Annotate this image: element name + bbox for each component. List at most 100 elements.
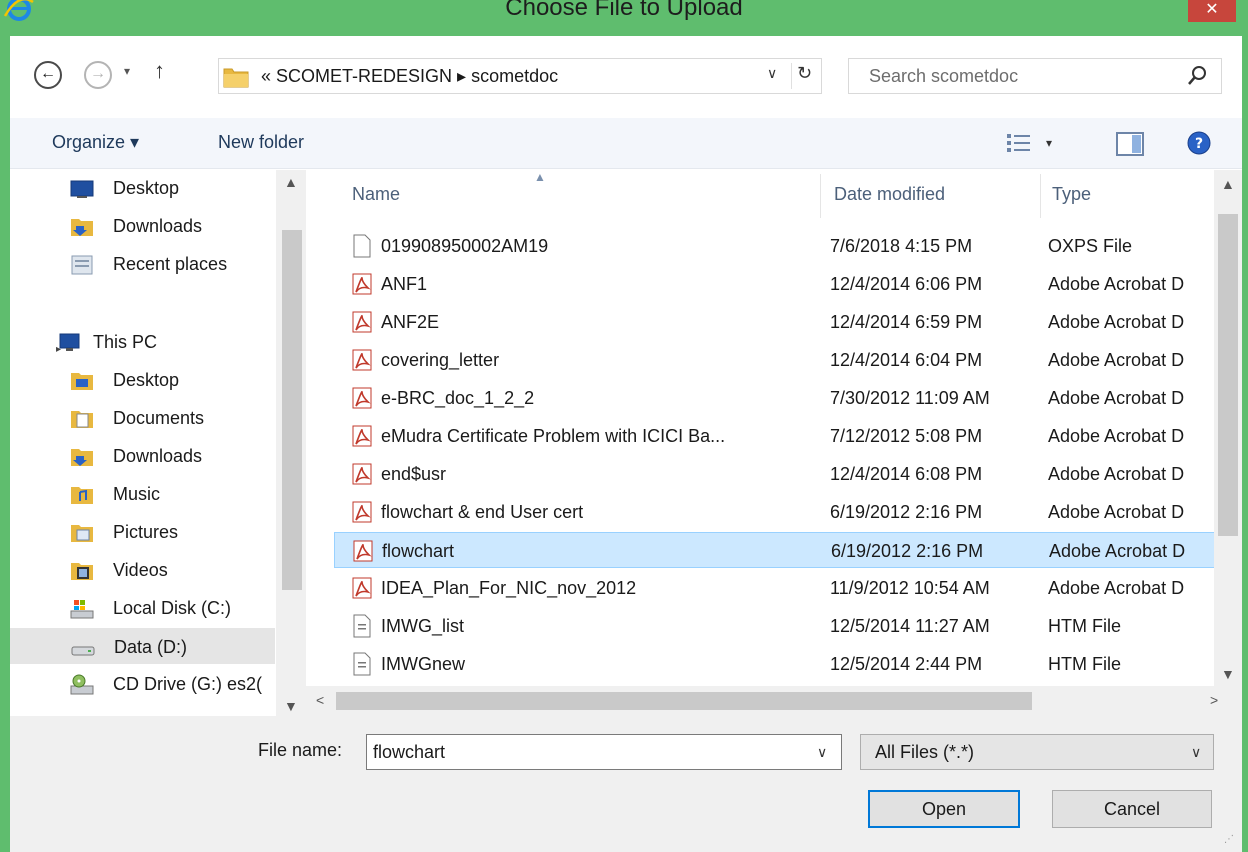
up-button[interactable]: ↑ (154, 58, 165, 84)
file-type: OXPS File (1048, 236, 1133, 256)
nav-item-recent-places[interactable]: Recent places (10, 246, 275, 282)
pdf-icon (353, 540, 373, 562)
address-dropdown-button[interactable]: ∨ (767, 65, 777, 82)
refresh-button[interactable]: ↻ (797, 63, 812, 84)
search-input[interactable]: Search scometdoc (848, 58, 1222, 94)
nav-item-label: Music (113, 484, 161, 504)
file-type: Adobe Acrobat D (1048, 388, 1185, 408)
nav-item-music[interactable]: Music (10, 476, 275, 512)
file-row[interactable]: end$usr 12/4/2014 6:08 PM Adobe Acrobat … (334, 456, 1224, 492)
close-button[interactable]: ✕ (1188, 0, 1236, 22)
file-name: covering_letter (381, 350, 500, 370)
file-row[interactable]: covering_letter 12/4/2014 6:04 PM Adobe … (334, 342, 1224, 378)
file-type: Adobe Acrobat D (1048, 350, 1185, 370)
scrollbar-thumb[interactable] (336, 692, 1032, 710)
nav-item-desktop[interactable]: Desktop (10, 170, 275, 206)
search-icon (1188, 66, 1206, 85)
videos-folder-icon (71, 563, 93, 580)
file-type: Adobe Acrobat D (1048, 578, 1185, 598)
navigation-pane-scrollbar[interactable]: ▲ ▼ (276, 170, 306, 716)
new-folder-button[interactable]: New folder (218, 132, 304, 153)
preview-pane-icon[interactable] (1116, 132, 1144, 156)
scroll-up-icon[interactable]: ▲ (284, 174, 298, 190)
back-button[interactable]: ← (34, 61, 62, 89)
cancel-button[interactable]: Cancel (1052, 790, 1212, 828)
breadcrumb[interactable]: « SCOMET-REDESIGN ▸ scometdoc (261, 66, 558, 87)
title-bar: Choose File to Upload ✕ (0, 0, 1248, 36)
nav-item-cd-drive-g[interactable]: CD Drive (G:) es2( (10, 666, 275, 702)
forward-button[interactable]: → (84, 61, 112, 89)
resize-grip-icon[interactable]: ⋰ (1224, 834, 1235, 845)
file-row[interactable]: ANF2E 12/4/2014 6:59 PM Adobe Acrobat D (334, 304, 1224, 340)
scrollbar-thumb[interactable] (282, 230, 302, 590)
file-type: Adobe Acrobat D (1049, 541, 1186, 561)
file-row[interactable]: IDEA_Plan_For_NIC_nov_2012 11/9/2012 10:… (334, 570, 1224, 606)
nav-item-local-disk-c[interactable]: Local Disk (C:) (10, 590, 275, 626)
column-header-date-modified[interactable]: Date modified (834, 184, 945, 205)
scroll-down-icon[interactable]: ▼ (1221, 666, 1235, 682)
help-icon[interactable]: ? (1186, 130, 1212, 156)
file-row[interactable]: flowchart & end User cert 6/19/2012 2:16… (334, 494, 1224, 530)
file-name: IMWGnew (381, 654, 466, 674)
cd-drive-icon (70, 674, 94, 695)
recent-places-icon (71, 255, 93, 275)
pdf-icon (352, 387, 372, 409)
nav-item-documents[interactable]: Documents (10, 400, 275, 436)
file-row[interactable]: e-BRC_doc_1_2_2 7/30/2012 11:09 AM Adobe… (334, 380, 1224, 416)
file-row[interactable]: ANF1 12/4/2014 6:06 PM Adobe Acrobat D (334, 266, 1224, 302)
file-name-value: flowchart (373, 742, 446, 762)
nav-item-label: CD Drive (G:) es2( (113, 674, 263, 694)
file-date: 12/5/2014 2:44 PM (830, 654, 983, 674)
nav-item-pictures[interactable]: Pictures (10, 514, 275, 550)
file-row[interactable]: IMWGnew 12/5/2014 2:44 PM HTM File (334, 646, 1224, 682)
column-header-type[interactable]: Type (1052, 184, 1091, 205)
nav-item-label: Pictures (113, 522, 179, 542)
file-type: HTM File (1048, 654, 1121, 674)
file-date: 7/30/2012 11:09 AM (830, 388, 990, 408)
scroll-up-icon[interactable]: ▲ (1221, 176, 1235, 192)
scrollbar-thumb[interactable] (1218, 214, 1238, 536)
file-row[interactable]: IMWG_list 12/5/2014 11:27 AM HTM File (334, 608, 1224, 644)
nav-item-data-d[interactable]: Data (D:) (10, 628, 275, 664)
pdf-icon (352, 311, 372, 333)
nav-item-downloads[interactable]: Downloads (10, 208, 275, 244)
scroll-right-icon[interactable]: > (1210, 692, 1218, 708)
file-list-horizontal-scrollbar[interactable]: < > (306, 686, 1242, 716)
scroll-down-icon[interactable]: ▼ (284, 698, 298, 714)
file-list-vertical-scrollbar[interactable]: ▲ ▼ (1214, 170, 1242, 686)
column-header-name[interactable]: Name (352, 184, 400, 205)
file-name: flowchart (382, 541, 455, 561)
views-icon[interactable] (1006, 132, 1032, 154)
nav-item-this-pc[interactable]: ▸ This PC (10, 324, 275, 360)
file-row-selected[interactable]: flowchart 6/19/2012 2:16 PM Adobe Acroba… (334, 532, 1224, 568)
column-divider[interactable] (820, 174, 821, 218)
blank-file-icon (353, 234, 371, 258)
open-button[interactable]: Open (868, 790, 1020, 828)
recent-locations-button[interactable]: ▾ (124, 64, 130, 78)
file-name: flowchart & end User cert (381, 502, 584, 522)
file-row[interactable]: eMudra Certificate Problem with ICICI Ba… (334, 418, 1224, 454)
file-name-field[interactable]: flowchart ∨ (366, 734, 842, 770)
nav-item-videos[interactable]: Videos (10, 552, 275, 588)
nav-item-desktop-pc[interactable]: Desktop (10, 362, 275, 398)
file-type-filter[interactable]: All Files (*.*) ∨ (860, 734, 1214, 770)
scroll-left-icon[interactable]: < (316, 692, 324, 708)
file-row[interactable]: 019908950002AM19 7/6/2018 4:15 PM OXPS F… (334, 228, 1224, 264)
svg-text:▸: ▸ (56, 344, 61, 354)
views-dropdown-button[interactable]: ▾ (1046, 136, 1052, 150)
file-name: ANF2E (381, 312, 440, 332)
file-name: end$usr (381, 464, 447, 484)
address-separator (791, 63, 792, 89)
nav-item-downloads-pc[interactable]: Downloads (10, 438, 275, 474)
close-icon: ✕ (1205, 1, 1219, 18)
address-bar[interactable]: « SCOMET-REDESIGN ▸ scometdoc ∨ ↻ (218, 58, 822, 94)
organize-button[interactable]: Organize ▾ (52, 132, 139, 153)
file-type: Adobe Acrobat D (1048, 464, 1185, 484)
file-name: e-BRC_doc_1_2_2 (381, 388, 535, 408)
nav-item-label: Videos (113, 560, 168, 580)
search-placeholder: Search scometdoc (869, 66, 1019, 86)
column-divider[interactable] (1040, 174, 1041, 218)
downloads-folder-icon (71, 449, 93, 466)
file-type: HTM File (1048, 616, 1121, 636)
chevron-down-icon[interactable]: ∨ (817, 744, 827, 761)
